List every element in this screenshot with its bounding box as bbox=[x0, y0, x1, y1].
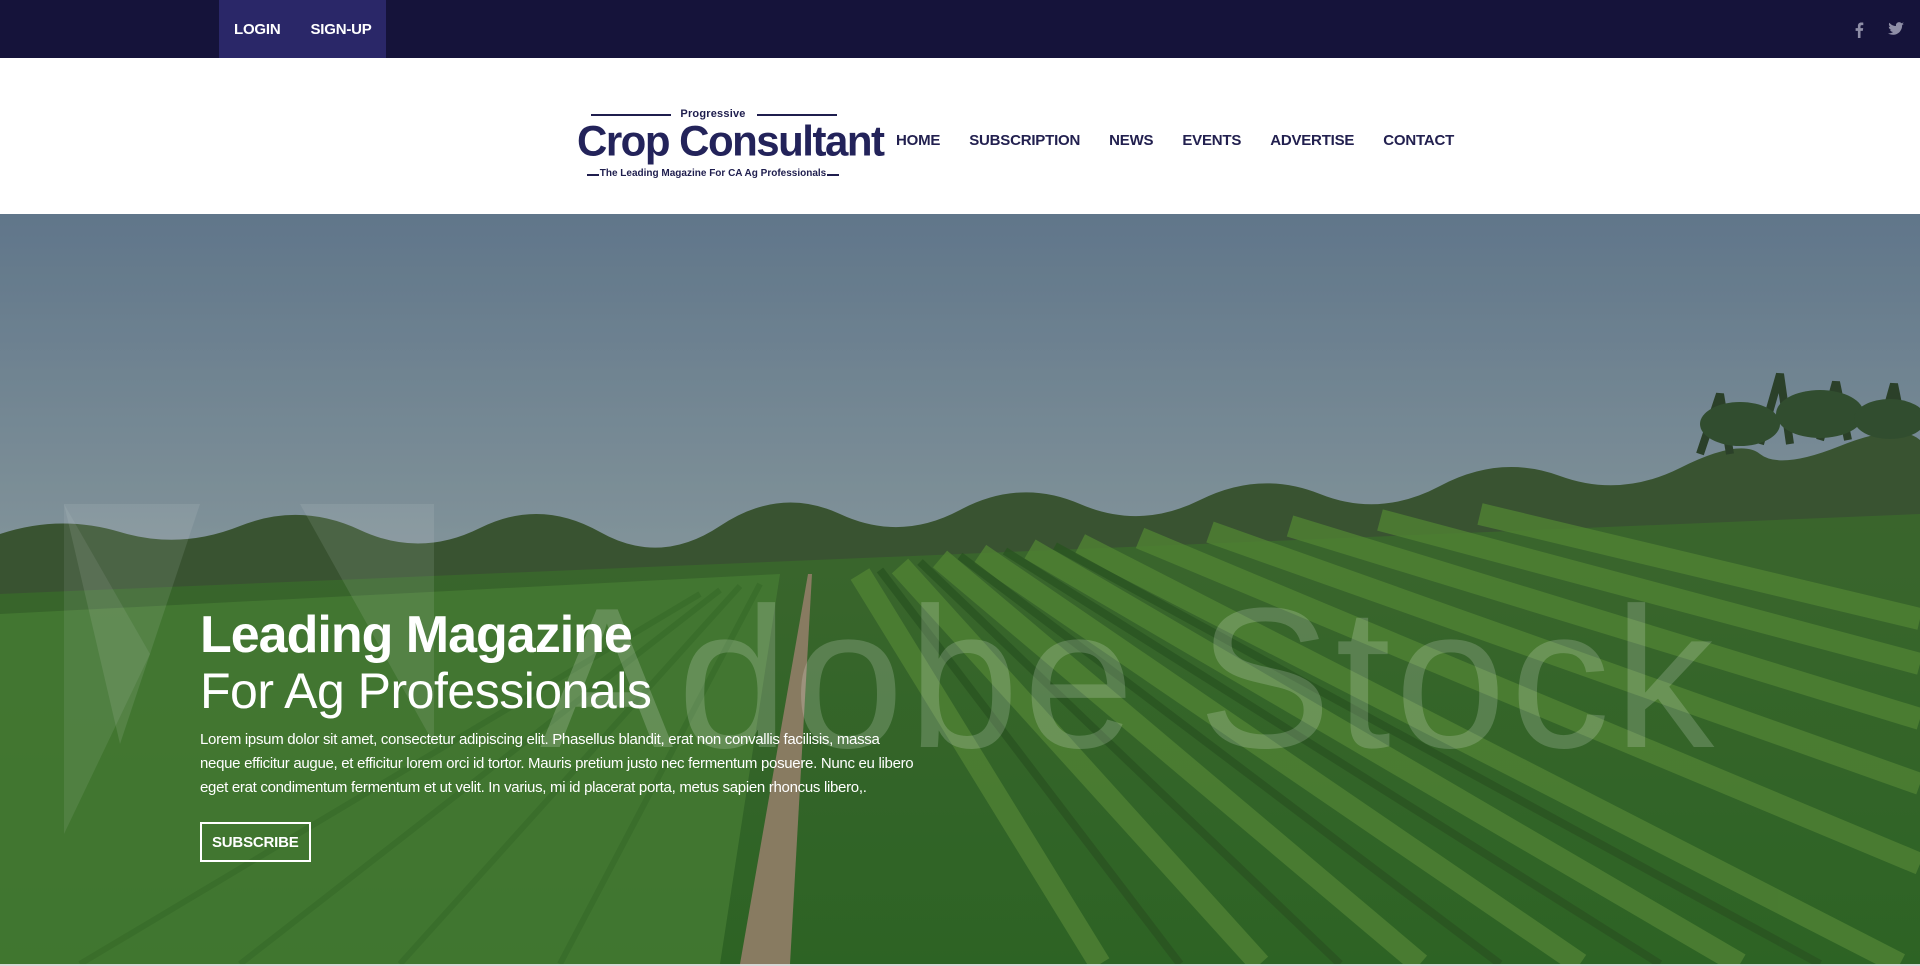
nav-news[interactable]: NEWS bbox=[1109, 132, 1153, 149]
site-logo[interactable]: Progressive Crop Consultant The Leading … bbox=[577, 108, 885, 184]
hero-text: Lorem ipsum dolor sit amet, consectetur … bbox=[200, 731, 914, 796]
twitter-icon[interactable] bbox=[1888, 22, 1904, 38]
hero-section: Adobe Stock Leading Magazine For Ag Prof… bbox=[0, 214, 1920, 964]
nav-subscription[interactable]: SUBSCRIPTION bbox=[969, 132, 1080, 149]
facebook-icon[interactable] bbox=[1854, 22, 1868, 38]
signup-link[interactable]: SIGN-UP bbox=[311, 21, 372, 38]
site-header: Progressive Crop Consultant The Leading … bbox=[0, 58, 1920, 214]
nav-advertise[interactable]: ADVERTISE bbox=[1270, 132, 1354, 149]
nav-home[interactable]: HOME bbox=[896, 132, 940, 149]
subscribe-button[interactable]: SUBSCRIBE bbox=[200, 822, 311, 862]
login-link[interactable]: LOGIN bbox=[234, 21, 281, 38]
auth-box: LOGIN SIGN-UP bbox=[219, 0, 386, 58]
social-links bbox=[1854, 22, 1904, 38]
main-nav: HOME SUBSCRIPTION NEWS EVENTS ADVERTISE … bbox=[896, 132, 1483, 149]
logo-name: Crop Consultant bbox=[577, 116, 885, 165]
nav-contact[interactable]: CONTACT bbox=[1383, 132, 1454, 149]
hero-content: Leading Magazine For Ag Professionals Lo… bbox=[200, 606, 940, 862]
hero-title: Leading Magazine bbox=[200, 606, 633, 664]
nav-events[interactable]: EVENTS bbox=[1182, 132, 1241, 149]
top-bar: LOGIN SIGN-UP bbox=[0, 0, 1920, 58]
hero-subtitle: For Ag Professionals bbox=[200, 663, 652, 719]
logo-tagline: The Leading Magazine For CA Ag Professio… bbox=[599, 168, 827, 179]
